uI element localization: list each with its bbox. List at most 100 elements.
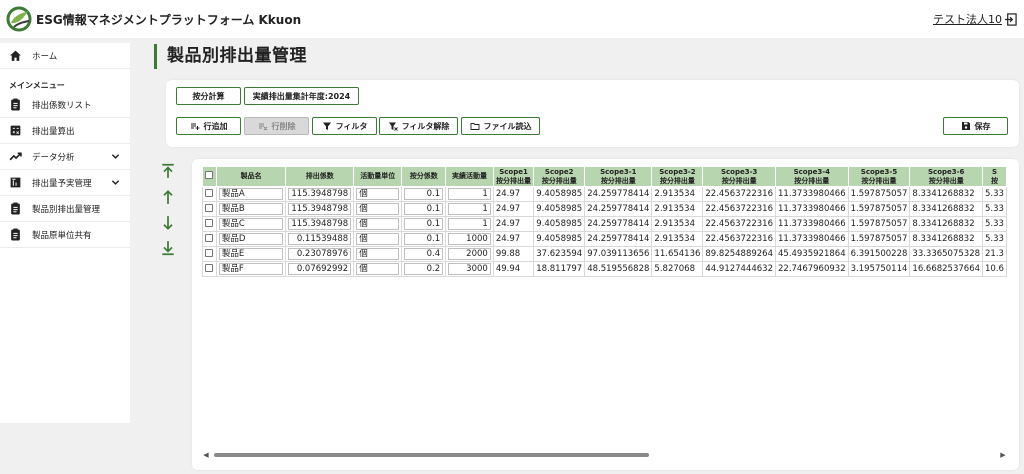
allocate-calc-button[interactable]: 按分計算	[176, 87, 241, 105]
filter-button[interactable]: フィルタ	[312, 117, 377, 135]
cell-input[interactable]: 個	[356, 248, 400, 260]
editable-cell[interactable]: 0.2	[401, 261, 447, 277]
select-all-cell[interactable]	[202, 166, 217, 187]
row-select-cell[interactable]	[202, 231, 217, 247]
table-row[interactable]: 製品E 0.23078976 個 0.4 2000 99.88 37.623594 97.03…	[202, 246, 1007, 262]
editable-cell[interactable]: 製品B	[215, 201, 287, 217]
editable-cell[interactable]: 個	[353, 261, 403, 277]
editable-cell[interactable]: 115.3948798	[285, 186, 355, 202]
column-header[interactable]: 排出係数	[285, 166, 355, 187]
add-row-button[interactable]: 行追加	[176, 117, 241, 135]
column-header[interactable]: 活動量単位	[353, 166, 403, 187]
editable-cell[interactable]: 製品D	[215, 231, 287, 247]
column-header[interactable]: 製品名	[215, 166, 287, 187]
cell-input[interactable]: 0.4	[404, 248, 444, 260]
editable-cell[interactable]: 0.11539488	[285, 231, 355, 247]
column-header[interactable]: Scope3-4 按分排出量	[775, 166, 849, 187]
cell-input[interactable]: 0.2	[404, 263, 444, 275]
user-menu[interactable]: テスト法人10	[933, 11, 1017, 27]
editable-cell[interactable]: 個	[353, 231, 403, 247]
sidebar-item-emission-plan[interactable]: 排出量予実管理	[0, 170, 130, 196]
cell-input[interactable]: 個	[356, 203, 400, 215]
delete-row-button[interactable]: 行削除	[244, 117, 309, 135]
column-header[interactable]: Scope3-6 按分排出量	[909, 166, 984, 187]
save-button[interactable]: 保存	[943, 117, 1008, 135]
cell-input[interactable]: 製品D	[218, 233, 284, 245]
cell-input[interactable]: 個	[356, 263, 400, 275]
editable-cell[interactable]: 1	[445, 186, 494, 202]
editable-cell[interactable]: 個	[353, 246, 403, 262]
editable-cell[interactable]: 0.23078976	[285, 246, 355, 262]
column-header[interactable]: 実績活動量	[445, 166, 494, 187]
sidebar-item-data-analysis[interactable]: データ分析	[0, 144, 130, 170]
table-row[interactable]: 製品F 0.07692992 個 0.2 3000 49.94 18.811797 48.51…	[202, 261, 1007, 277]
cell-input[interactable]: 個	[356, 218, 400, 230]
row-select-cell[interactable]	[202, 216, 217, 232]
column-header[interactable]: Scope3-1 按分排出量	[584, 166, 653, 187]
row-select-cell[interactable]	[202, 186, 217, 202]
editable-cell[interactable]: 2000	[445, 246, 494, 262]
editable-cell[interactable]: 製品C	[215, 216, 287, 232]
editable-cell[interactable]: 個	[353, 201, 403, 217]
cell-input[interactable]: 個	[356, 233, 400, 245]
editable-cell[interactable]: 製品F	[215, 261, 287, 277]
column-header[interactable]: Scope2 按分排出量	[533, 166, 586, 187]
row-select-cell[interactable]	[202, 246, 217, 262]
cell-input[interactable]: 2000	[448, 248, 491, 260]
column-header[interactable]: Scope3-3 按分排出量	[702, 166, 776, 187]
column-header[interactable]: 按分係数	[401, 166, 447, 187]
scroll-right-icon[interactable]: ▶	[999, 451, 1007, 459]
year-setting-button[interactable]: 実績排出量集計年度:2024	[244, 87, 359, 105]
cell-input[interactable]: 製品C	[218, 218, 284, 230]
editable-cell[interactable]: 製品E	[215, 246, 287, 262]
select-all-checkbox[interactable]	[205, 171, 214, 179]
cell-input[interactable]: 製品B	[218, 203, 284, 215]
row-checkbox[interactable]	[205, 203, 214, 212]
table-row[interactable]: 製品A 115.3948798 個 0.1 1 24.97 9.4058985 24.2597…	[202, 186, 1007, 202]
row-select-cell[interactable]	[202, 201, 217, 217]
column-header[interactable]: S按	[982, 166, 1007, 187]
cell-input[interactable]: 115.3948798	[288, 188, 352, 200]
sidebar-item-emission-calc[interactable]: 排出量算出	[0, 118, 130, 144]
cell-input[interactable]: 製品A	[218, 188, 284, 200]
cell-input[interactable]: 個	[356, 188, 400, 200]
table-row[interactable]: 製品C 115.3948798 個 0.1 1 24.97 9.4058985 24.2597…	[202, 216, 1007, 232]
editable-cell[interactable]: 個	[353, 216, 403, 232]
row-checkbox[interactable]	[205, 248, 214, 257]
chevron-down-icon[interactable]	[111, 152, 120, 161]
editable-cell[interactable]: 0.1	[401, 216, 447, 232]
sidebar-item-emission-factor-list[interactable]: 排出係数リスト	[0, 92, 130, 118]
editable-cell[interactable]: 個	[353, 186, 403, 202]
cell-input[interactable]: 0.07692992	[288, 263, 352, 275]
logout-icon[interactable]	[1004, 12, 1017, 26]
scrollbar-thumb[interactable]	[214, 453, 649, 457]
cell-input[interactable]: 1000	[448, 233, 491, 245]
cell-input[interactable]: 0.1	[404, 218, 444, 230]
editable-cell[interactable]: 0.1	[401, 186, 447, 202]
row-checkbox[interactable]	[205, 188, 214, 197]
editable-cell[interactable]: 1	[445, 201, 494, 217]
user-name[interactable]: テスト法人10	[933, 11, 1002, 27]
load-file-button[interactable]: ファイル読込	[461, 117, 540, 135]
editable-cell[interactable]: 115.3948798	[285, 216, 355, 232]
table-row[interactable]: 製品B 115.3948798 個 0.1 1 24.97 9.4058985 24.2597…	[202, 201, 1007, 217]
cell-input[interactable]: 1	[448, 203, 491, 215]
cell-input[interactable]: 0.11539488	[288, 233, 352, 245]
row-checkbox[interactable]	[205, 233, 214, 242]
cell-input[interactable]: 0.23078976	[288, 248, 352, 260]
chevron-down-icon[interactable]	[111, 178, 120, 187]
editable-cell[interactable]: 0.07692992	[285, 261, 355, 277]
move-top-icon[interactable]	[160, 163, 176, 179]
sidebar-item-home[interactable]: ホーム	[0, 43, 130, 69]
horizontal-scrollbar[interactable]: ◀ ▶	[202, 451, 1007, 459]
cell-input[interactable]: 0.1	[404, 188, 444, 200]
move-bottom-icon[interactable]	[160, 240, 176, 256]
cell-input[interactable]: 製品E	[218, 248, 284, 260]
row-checkbox[interactable]	[205, 218, 214, 227]
move-up-icon[interactable]	[160, 189, 176, 205]
row-checkbox[interactable]	[205, 263, 214, 272]
editable-cell[interactable]: 3000	[445, 261, 494, 277]
cell-input[interactable]: 1	[448, 188, 491, 200]
cell-input[interactable]: 3000	[448, 263, 491, 275]
editable-cell[interactable]: 0.1	[401, 201, 447, 217]
